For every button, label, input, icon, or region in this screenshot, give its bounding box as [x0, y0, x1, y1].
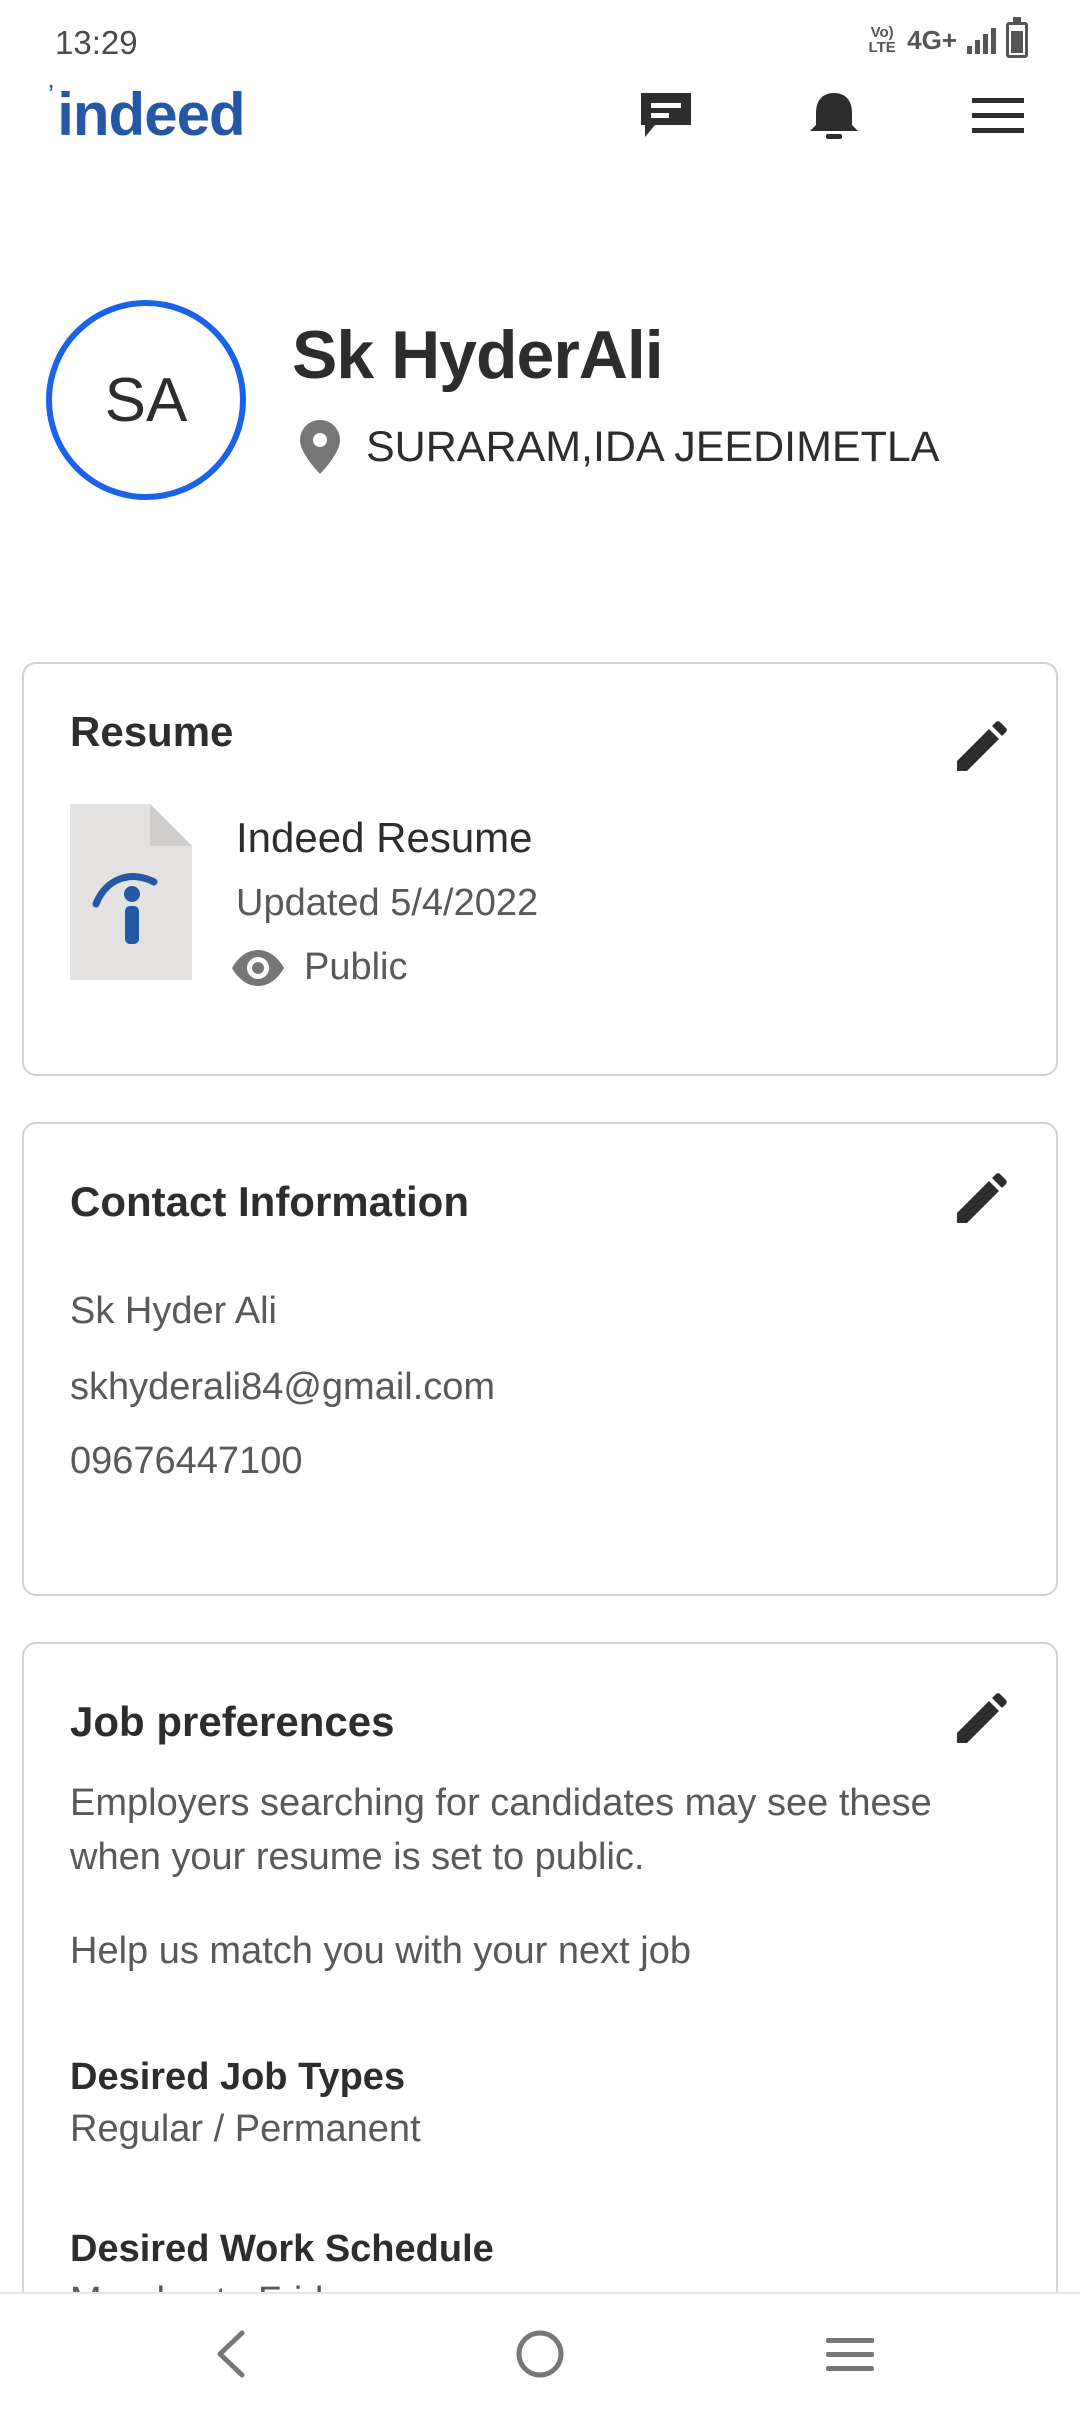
resume-visibility: Public: [230, 946, 408, 989]
contact-card: Contact Information Sk Hyder Ali skhyder…: [22, 1122, 1058, 1596]
notifications-icon[interactable]: [802, 84, 866, 148]
desired-job-types-value: Regular / Permanent: [70, 2108, 421, 2150]
status-bar: 13:29 Vo) LTE 4G+: [0, 0, 1080, 84]
contact-card-title: Contact Information: [70, 1178, 469, 1225]
indeed-logo[interactable]: ʼindeed: [48, 80, 246, 149]
job-preferences-help-text: Help us match you with your next job: [70, 1930, 691, 1972]
job-preferences-description: Employers searching for candidates may s…: [70, 1782, 932, 1878]
battery-icon: [1006, 17, 1028, 58]
location-pin-icon: [300, 420, 340, 474]
system-navigation-bar: [0, 2292, 1080, 2410]
job-preferences-title: Job preferences: [70, 1698, 395, 1745]
edit-resume-button[interactable]: [948, 716, 1012, 780]
back-chevron-icon: [217, 2330, 245, 2378]
resume-updated-date: Updated 5/4/2022: [236, 882, 539, 924]
profile-location: SURARAM,IDA JEEDIMETLA: [300, 420, 939, 474]
indeed-document-icon: [70, 804, 192, 980]
home-button[interactable]: [510, 2324, 570, 2384]
edit-contact-button[interactable]: [948, 1168, 1012, 1232]
resume-file-thumbnail[interactable]: [70, 804, 192, 980]
avatar-initials: SA: [104, 365, 188, 435]
recent-apps-button[interactable]: [820, 2324, 880, 2384]
messages-icon[interactable]: [634, 84, 698, 148]
back-button[interactable]: [200, 2324, 260, 2384]
signal-icon: [967, 26, 996, 54]
edit-job-preferences-button[interactable]: [948, 1688, 1012, 1752]
resume-card-title: Resume: [70, 708, 234, 755]
volte-icon: Vo) LTE: [868, 24, 896, 56]
contact-email: skhyderali84@gmail.com: [70, 1366, 496, 1408]
resume-file-name[interactable]: Indeed Resume: [236, 814, 533, 862]
contact-phone: 09676447100: [70, 1440, 303, 1482]
visibility-label: Public: [304, 946, 408, 988]
profile-name: Sk HyderAli: [292, 317, 664, 393]
logo-text: indeed: [57, 81, 245, 148]
resume-card: Resume Indeed Resume Updated 5/4/2022 Pu…: [22, 662, 1058, 1076]
network-type-label: 4G+: [907, 24, 957, 55]
pencil-icon: [957, 1173, 1007, 1223]
top-app-bar: ʼindeed: [0, 80, 1080, 190]
status-time: 13:29: [55, 24, 138, 61]
home-circle-icon: [516, 2330, 564, 2378]
eye-icon: [232, 949, 284, 986]
contact-name: Sk Hyder Ali: [70, 1290, 277, 1332]
profile-header: SA Sk HyderAli SURARAM,IDA JEEDIMETLA: [0, 280, 1080, 520]
recent-apps-icon: [826, 2338, 874, 2371]
avatar: SA: [46, 300, 246, 500]
location-text: SURARAM,IDA JEEDIMETLA: [366, 422, 940, 471]
status-icons: Vo) LTE 4G+: [867, 17, 1028, 58]
job-preferences-card: Job preferences Employers searching for …: [22, 1642, 1058, 2382]
menu-icon[interactable]: [966, 84, 1030, 148]
pencil-icon: [957, 1693, 1007, 1743]
desired-work-schedule-label: Desired Work Schedule: [70, 2228, 494, 2270]
pencil-icon: [957, 721, 1007, 771]
desired-job-types-label: Desired Job Types: [70, 2056, 406, 2098]
